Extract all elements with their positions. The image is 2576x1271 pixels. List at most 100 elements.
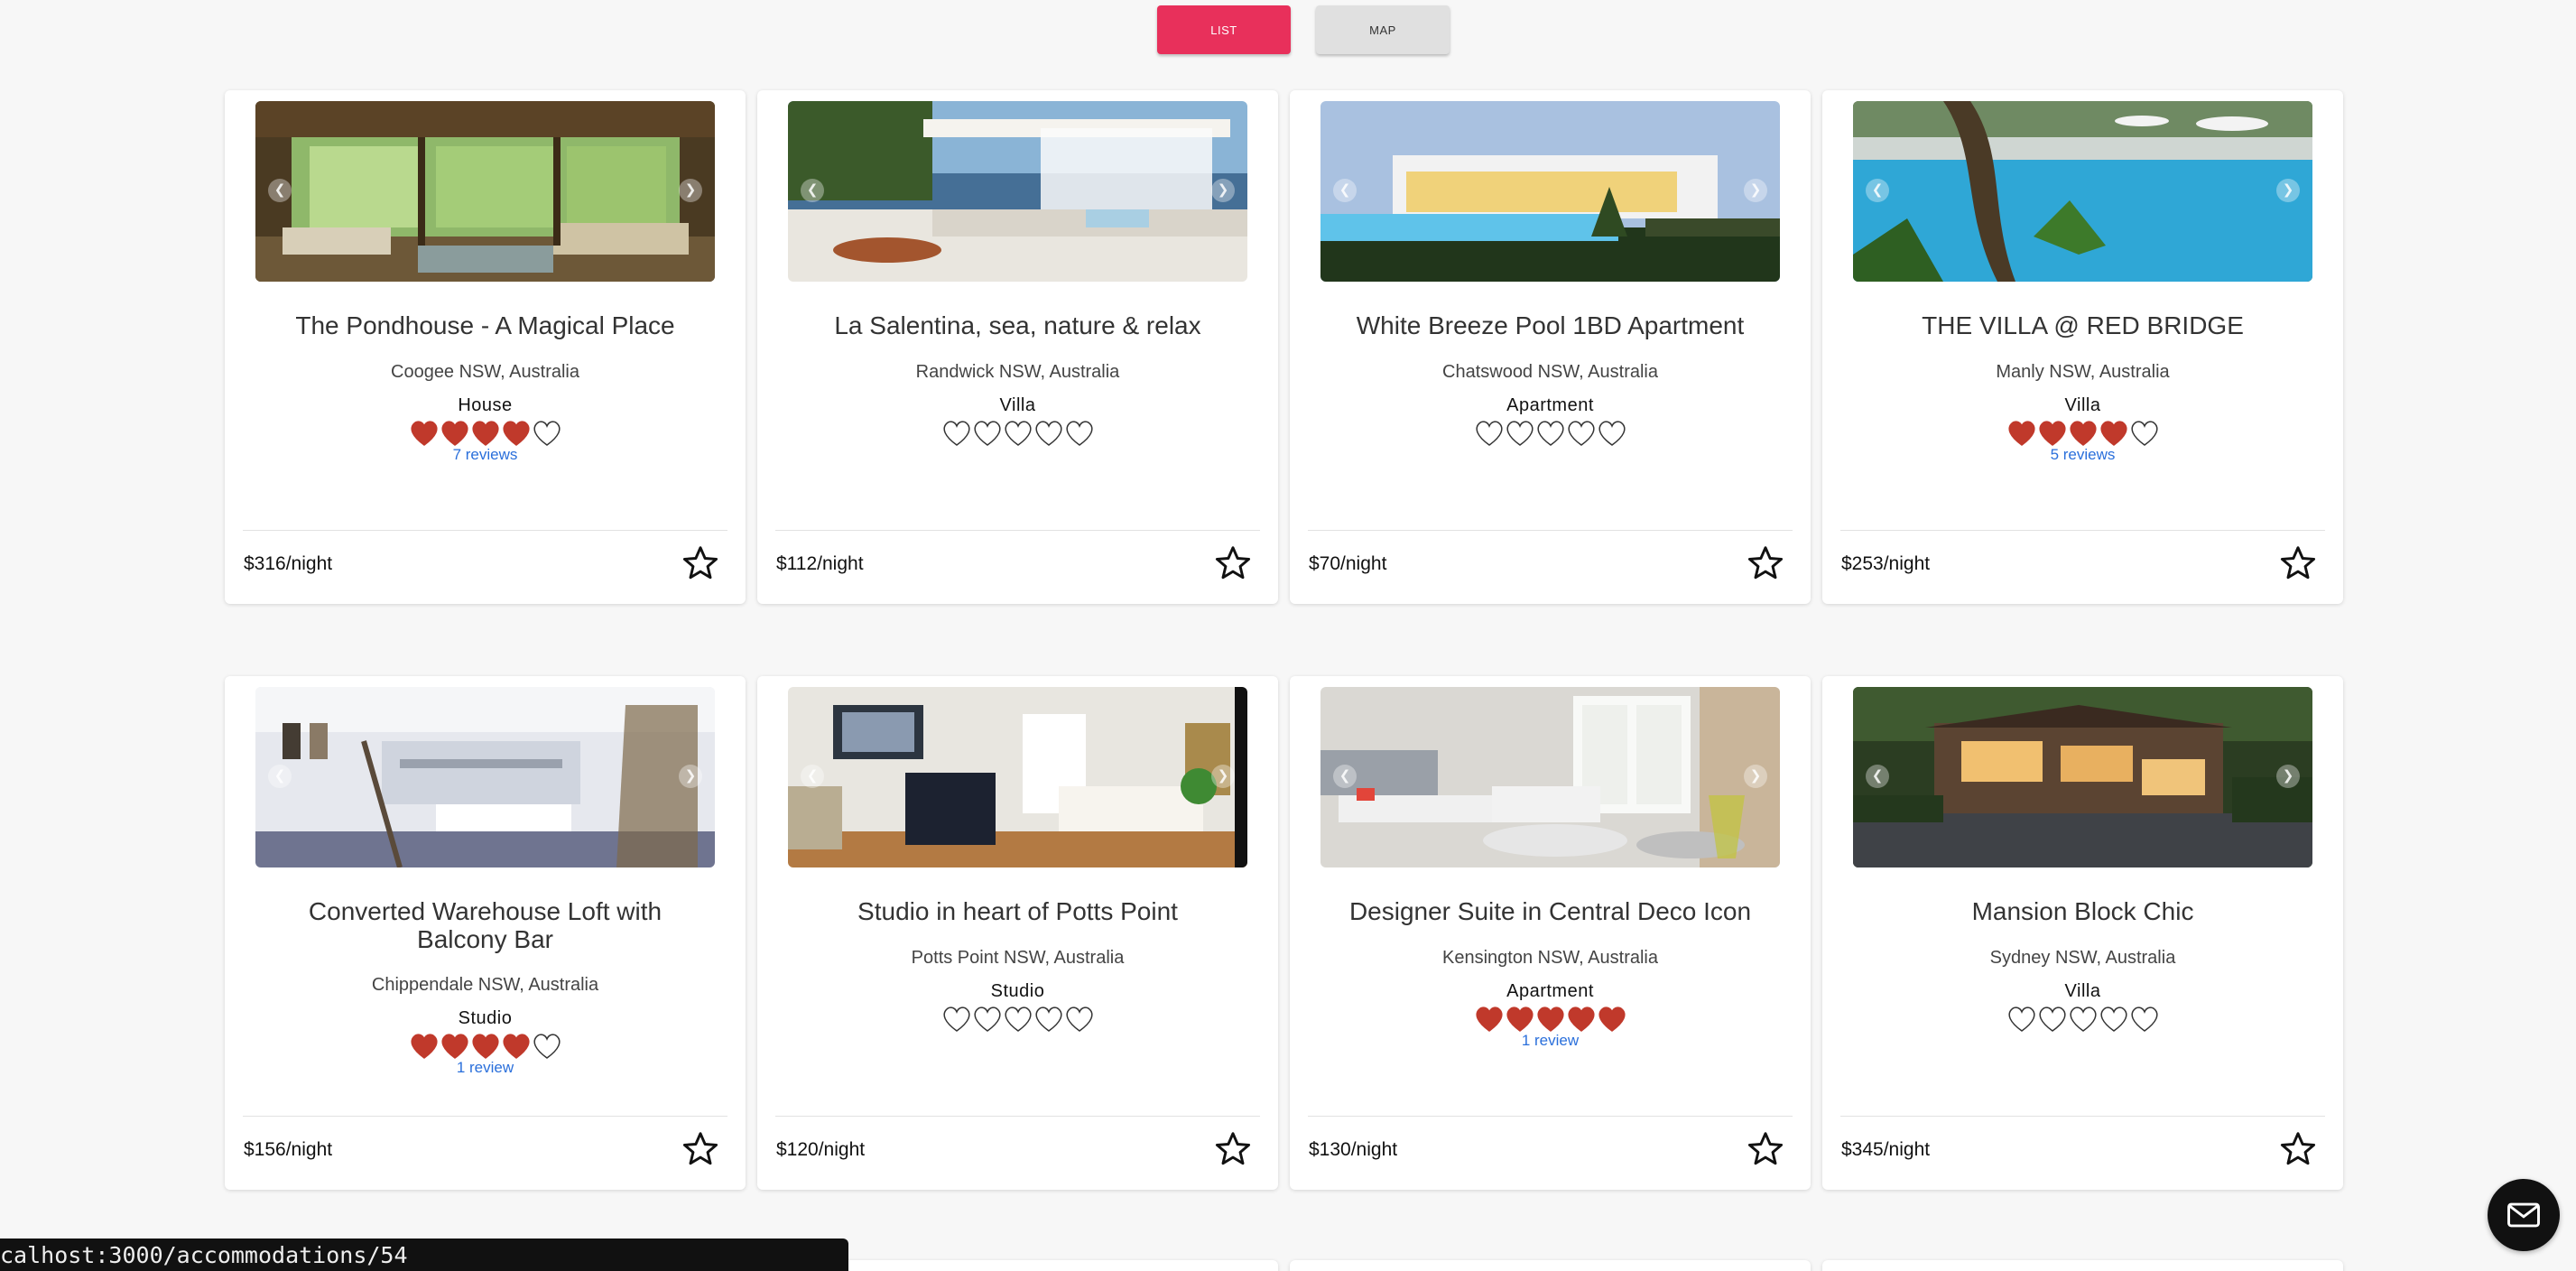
listing-photo — [1853, 687, 2312, 867]
chevron-right-icon[interactable]: ❯ — [1211, 765, 1235, 788]
listing-card-peek — [1290, 1260, 1811, 1271]
listing-photo-carousel[interactable]: ❮ ❯ — [255, 687, 715, 867]
listing-photo — [1853, 101, 2312, 282]
heart-outline-icon — [1536, 421, 1564, 446]
chevron-left-icon[interactable]: ❮ — [1333, 179, 1357, 202]
reviews-link[interactable]: 5 reviews — [1840, 446, 2325, 464]
reviews-link[interactable]: 1 review — [243, 1059, 727, 1077]
chevron-right-icon[interactable]: ❯ — [679, 179, 702, 202]
listing-info: Manly NSW, Australia Villa 5 reviews — [1840, 361, 2325, 464]
rating-hearts — [775, 420, 1260, 450]
listing-card[interactable]: ❮ ❯ Studio in heart of Potts Point Potts… — [757, 676, 1278, 1190]
listing-price: $253/night — [1841, 553, 1931, 574]
listing-title[interactable]: Designer Suite in Central Deco Icon — [1326, 897, 1774, 925]
listing-price: $345/night — [1841, 1139, 1931, 1160]
listing-photo-carousel[interactable]: ❮ ❯ — [1853, 101, 2312, 282]
listing-price: $120/night — [776, 1139, 866, 1160]
listing-photo-carousel[interactable]: ❮ ❯ — [788, 101, 1247, 282]
property-type: Apartment — [1506, 395, 1594, 415]
property-type: Apartment — [1506, 981, 1594, 1001]
property-type: Villa — [2064, 981, 2101, 1001]
star-outline-icon[interactable] — [681, 543, 720, 583]
listing-card-peek — [1822, 1260, 2343, 1271]
listing-photo-carousel[interactable]: ❮ ❯ — [1320, 687, 1780, 867]
chevron-left-icon[interactable]: ❮ — [1866, 179, 1889, 202]
listing-card[interactable]: ❮ ❯ The Pondhouse - A Magical Place Coog… — [225, 90, 746, 604]
chevron-right-icon[interactable]: ❯ — [1744, 765, 1767, 788]
property-type: Studio — [458, 1008, 513, 1028]
chevron-left-icon[interactable]: ❮ — [801, 765, 824, 788]
map-view-button[interactable]: MAP — [1316, 5, 1450, 54]
chevron-right-icon[interactable]: ❯ — [1744, 179, 1767, 202]
listing-info: Sydney NSW, Australia Villa — [1840, 947, 2325, 1032]
listing-title[interactable]: Mansion Block Chic — [1858, 897, 2307, 925]
listing-grid: ❮ ❯ The Pondhouse - A Magical Place Coog… — [225, 90, 2343, 1190]
chevron-right-icon[interactable]: ❯ — [1211, 179, 1235, 202]
listing-info: Kensington NSW, Australia Apartment 1 re… — [1308, 947, 1793, 1050]
listing-location: Chatswood NSW, Australia — [1442, 362, 1658, 382]
heart-filled-icon — [1506, 1007, 1534, 1032]
heart-filled-icon — [502, 1034, 530, 1059]
listing-card[interactable]: ❮ ❯ Converted Warehouse Loft with Balcon… — [225, 676, 746, 1190]
rating-hearts — [1308, 420, 1793, 450]
listing-title[interactable]: La Salentina, sea, nature & relax — [793, 311, 1242, 339]
listing-card[interactable]: ❮ ❯ Mansion Block Chic Sydney NSW, Austr… — [1822, 676, 2343, 1190]
listing-info: Chippendale NSW, Australia Studio 1 revi… — [243, 974, 727, 1077]
chevron-right-icon[interactable]: ❯ — [2276, 765, 2300, 788]
heart-outline-icon — [2069, 1007, 2097, 1032]
star-outline-icon[interactable] — [1746, 543, 1785, 583]
heart-outline-icon — [2130, 421, 2158, 446]
listing-price: $70/night — [1309, 553, 1387, 574]
heart-filled-icon — [502, 421, 530, 446]
reviews-link[interactable]: 7 reviews — [243, 446, 727, 464]
listing-title[interactable]: The Pondhouse - A Magical Place — [261, 311, 709, 339]
property-type: House — [458, 395, 513, 415]
listing-card[interactable]: ❮ ❯ La Salentina, sea, nature & relax Ra… — [757, 90, 1278, 604]
contact-button[interactable] — [2488, 1179, 2560, 1251]
chevron-right-icon[interactable]: ❯ — [2276, 179, 2300, 202]
listing-info: Randwick NSW, Australia Villa — [775, 361, 1260, 446]
star-outline-icon[interactable] — [1213, 543, 1253, 583]
heart-filled-icon — [440, 1034, 468, 1059]
star-outline-icon[interactable] — [2278, 543, 2318, 583]
chevron-left-icon[interactable]: ❮ — [1333, 765, 1357, 788]
listing-title[interactable]: THE VILLA @ RED BRIDGE — [1858, 311, 2307, 339]
chevron-left-icon[interactable]: ❮ — [268, 765, 292, 788]
star-outline-icon[interactable] — [1746, 1129, 1785, 1169]
listing-location: Randwick NSW, Australia — [915, 362, 1120, 382]
heart-outline-icon — [1475, 421, 1503, 446]
listing-title[interactable]: Converted Warehouse Loft with Balcony Ba… — [261, 897, 709, 953]
card-divider — [1840, 530, 2325, 531]
reviews-link[interactable]: 1 review — [1308, 1032, 1793, 1050]
listing-photo — [1320, 101, 1780, 282]
heart-outline-icon — [1034, 1007, 1062, 1032]
listing-info: Chatswood NSW, Australia Apartment — [1308, 361, 1793, 446]
listing-photo — [788, 687, 1247, 867]
chevron-right-icon[interactable]: ❯ — [679, 765, 702, 788]
listing-photo-carousel[interactable]: ❮ ❯ — [1320, 101, 1780, 282]
chevron-left-icon[interactable]: ❮ — [1866, 765, 1889, 788]
heart-filled-icon — [2069, 421, 2097, 446]
view-toggle: LIST MAP — [0, 5, 2576, 54]
listing-photo — [1320, 687, 1780, 867]
listing-title[interactable]: White Breeze Pool 1BD Apartment — [1326, 311, 1774, 339]
star-outline-icon[interactable] — [681, 1129, 720, 1169]
star-outline-icon[interactable] — [2278, 1129, 2318, 1169]
heart-filled-icon — [1598, 1007, 1626, 1032]
listing-card[interactable]: ❮ ❯ THE VILLA @ RED BRIDGE Manly NSW, Au… — [1822, 90, 2343, 604]
listing-title[interactable]: Studio in heart of Potts Point — [793, 897, 1242, 925]
heart-outline-icon — [973, 421, 1001, 446]
star-outline-icon[interactable] — [1213, 1129, 1253, 1169]
card-divider — [1308, 1116, 1793, 1117]
listing-photo-carousel[interactable]: ❮ ❯ — [788, 687, 1247, 867]
chevron-left-icon[interactable]: ❮ — [801, 179, 824, 202]
chevron-left-icon[interactable]: ❮ — [268, 179, 292, 202]
listing-photo-carousel[interactable]: ❮ ❯ — [1853, 687, 2312, 867]
card-divider — [243, 1116, 727, 1117]
property-type: Villa — [999, 395, 1036, 415]
listing-card[interactable]: ❮ ❯ Designer Suite in Central Deco Icon … — [1290, 676, 1811, 1190]
listing-photo-carousel[interactable]: ❮ ❯ — [255, 101, 715, 282]
listing-card[interactable]: ❮ ❯ White Breeze Pool 1BD Apartment Chat… — [1290, 90, 1811, 604]
mail-icon — [2507, 1202, 2540, 1228]
list-view-button[interactable]: LIST — [1157, 5, 1291, 54]
